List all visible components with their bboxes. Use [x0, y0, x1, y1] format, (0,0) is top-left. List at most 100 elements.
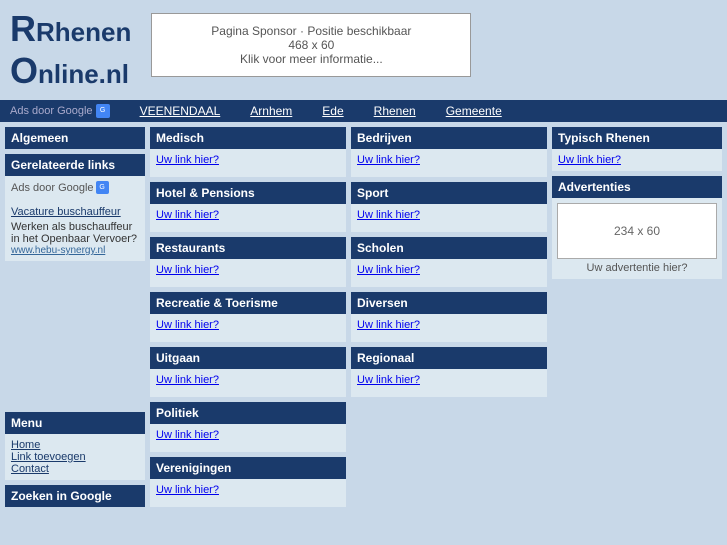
cat-restaurants: Restaurants Uw link hier? [150, 237, 346, 287]
logo: R Rhenen O nline.nl [10, 8, 131, 92]
sponsor-line3: Klik voor meer informatie... [182, 52, 440, 66]
cat-diversen-body: Uw link hier? [351, 314, 547, 342]
cat-diversen: Diversen Uw link hier? [351, 292, 547, 342]
cat-regionaal-link[interactable]: Uw link hier? [357, 374, 420, 386]
menu-home[interactable]: Home [11, 439, 139, 451]
cat-scholen-header: Scholen [351, 237, 547, 259]
sidebar-gerelateerde: Gerelateerde links Ads door Google G Vac… [5, 154, 145, 261]
sponsor-line1: Pagina Sponsor · Positie beschikbaar [182, 24, 440, 38]
logo-rhenen: Rhenen [36, 17, 131, 48]
sidebar-menu: Menu Home Link toevoegen Contact [5, 412, 145, 480]
cat-scholen-link[interactable]: Uw link hier? [357, 264, 420, 276]
cat-uitgaan: Uitgaan Uw link hier? [150, 347, 346, 397]
sponsor-box[interactable]: Pagina Sponsor · Positie beschikbaar 468… [151, 13, 471, 77]
cat-recreatie-body: Uw link hier? [150, 314, 346, 342]
ads-google-nav: Ads door Google G [10, 104, 110, 118]
cat-regionaal-header: Regionaal [351, 347, 547, 369]
cat-bedrijven-link[interactable]: Uw link hier? [357, 154, 420, 166]
cat-scholen: Scholen Uw link hier? [351, 237, 547, 287]
cat-regionaal-body: Uw link hier? [351, 369, 547, 397]
advertenties-box: Advertenties 234 x 60 Uw advertentie hie… [552, 176, 722, 279]
cat-hotel-header: Hotel & Pensions [150, 182, 346, 204]
logo-r: R [10, 8, 36, 50]
cat-sport-link[interactable]: Uw link hier? [357, 209, 420, 221]
adv-size-label: 234 x 60 [614, 224, 660, 238]
cat-verenigingen-body: Uw link hier? [150, 479, 346, 507]
cat-recreatie: Recreatie & Toerisme Uw link hier? [150, 292, 346, 342]
cat-restaurants-header: Restaurants [150, 237, 346, 259]
typisch-rhenen-header: Typisch Rhenen [552, 127, 722, 149]
vacature-link[interactable]: Vacature buschauffeur [11, 206, 139, 218]
nav-arnhem[interactable]: Arnhem [250, 104, 292, 118]
sponsor-line2: 468 x 60 [182, 38, 440, 52]
cat-row-6: Politiek Uw link hier? [150, 402, 547, 452]
cat-bedrijven: Bedrijven Uw link hier? [351, 127, 547, 177]
sidebar-gerelateerde-header: Gerelateerde links [5, 154, 145, 176]
logo-o: O [10, 50, 38, 92]
ads-google-label: Ads door Google [10, 105, 93, 117]
cat-hotel-body: Uw link hier? [150, 204, 346, 232]
cat-row-7: Verenigingen Uw link hier? [150, 457, 547, 507]
cat-verenigingen-link[interactable]: Uw link hier? [156, 484, 219, 496]
cat-uitgaan-header: Uitgaan [150, 347, 346, 369]
ads-google-sidebar: Ads door Google G [11, 181, 139, 194]
cat-sport: Sport Uw link hier? [351, 182, 547, 232]
nav-gemeente[interactable]: Gemeente [446, 104, 502, 118]
cat-regionaal: Regionaal Uw link hier? [351, 347, 547, 397]
menu-contact[interactable]: Contact [11, 463, 139, 475]
ads-google-sidebar-label: Ads door Google [11, 182, 94, 194]
vacature-site[interactable]: www.hebu-synergy.nl [11, 245, 139, 256]
cat-restaurants-link[interactable]: Uw link hier? [156, 264, 219, 276]
advertenties-header: Advertenties [552, 176, 722, 198]
google-sidebar-icon: G [96, 181, 109, 194]
cat-verenigingen-header: Verenigingen [150, 457, 346, 479]
cat-bedrijven-header: Bedrijven [351, 127, 547, 149]
cat-hotel: Hotel & Pensions Uw link hier? [150, 182, 346, 232]
navbar: Ads door Google G VEENENDAAL Arnhem Ede … [0, 100, 727, 122]
cat-politiek-header: Politiek [150, 402, 346, 424]
nav-rhenen[interactable]: Rhenen [374, 104, 416, 118]
cat-verenigingen: Verenigingen Uw link hier? [150, 457, 346, 507]
cat-diversen-header: Diversen [351, 292, 547, 314]
cat-row-5: Uitgaan Uw link hier? Regionaal Uw link … [150, 347, 547, 397]
cat-medisch-body: Uw link hier? [150, 149, 346, 177]
nav-veenendaal[interactable]: VEENENDAAL [140, 104, 221, 118]
cat-uitgaan-link[interactable]: Uw link hier? [156, 374, 219, 386]
cat-restaurants-body: Uw link hier? [150, 259, 346, 287]
cat-medisch: Medisch Uw link hier? [150, 127, 346, 177]
typisch-rhenen-body: Uw link hier? [552, 149, 722, 171]
menu-link-toevoegen[interactable]: Link toevoegen [11, 451, 139, 463]
cat-politiek-link[interactable]: Uw link hier? [156, 429, 219, 441]
cat-scholen-body: Uw link hier? [351, 259, 547, 287]
adv-link-label: Uw advertentie hier? [557, 262, 717, 274]
cat-bedrijven-body: Uw link hier? [351, 149, 547, 177]
sidebar-zoeken-header: Zoeken in Google [5, 485, 145, 507]
typisch-rhenen-box: Typisch Rhenen Uw link hier? [552, 127, 722, 171]
vacature-text1: Werken als buschauffeur in het Openbaar … [11, 221, 139, 245]
google-nav-icon: G [96, 104, 110, 118]
sidebar-algemeen-header: Algemeen [5, 127, 145, 149]
advertenties-body: 234 x 60 Uw advertentie hier? [552, 198, 722, 279]
cat-row-4: Recreatie & Toerisme Uw link hier? Diver… [150, 292, 547, 342]
sidebar-zoeken: Zoeken in Google [5, 485, 145, 507]
cat-diversen-link[interactable]: Uw link hier? [357, 319, 420, 331]
sidebar-algemeen: Algemeen [5, 127, 145, 149]
cat-medisch-link[interactable]: Uw link hier? [156, 154, 219, 166]
cat-politiek-body: Uw link hier? [150, 424, 346, 452]
logo-online: nline.nl [38, 59, 129, 90]
cat-hotel-link[interactable]: Uw link hier? [156, 209, 219, 221]
cat-recreatie-link[interactable]: Uw link hier? [156, 319, 219, 331]
cat-row-3: Restaurants Uw link hier? Scholen Uw lin… [150, 237, 547, 287]
cat-sport-header: Sport [351, 182, 547, 204]
cat-politiek: Politiek Uw link hier? [150, 402, 346, 452]
cat-row-1: Medisch Uw link hier? Bedrijven Uw link … [150, 127, 547, 177]
cat-row-2: Hotel & Pensions Uw link hier? Sport Uw … [150, 182, 547, 232]
cat-medisch-header: Medisch [150, 127, 346, 149]
cat-recreatie-header: Recreatie & Toerisme [150, 292, 346, 314]
nav-ede[interactable]: Ede [322, 104, 343, 118]
cat-uitgaan-body: Uw link hier? [150, 369, 346, 397]
typisch-rhenen-link[interactable]: Uw link hier? [558, 154, 621, 166]
cat-sport-body: Uw link hier? [351, 204, 547, 232]
adv-size-placeholder: 234 x 60 [557, 203, 717, 259]
sidebar-menu-header: Menu [5, 412, 145, 434]
